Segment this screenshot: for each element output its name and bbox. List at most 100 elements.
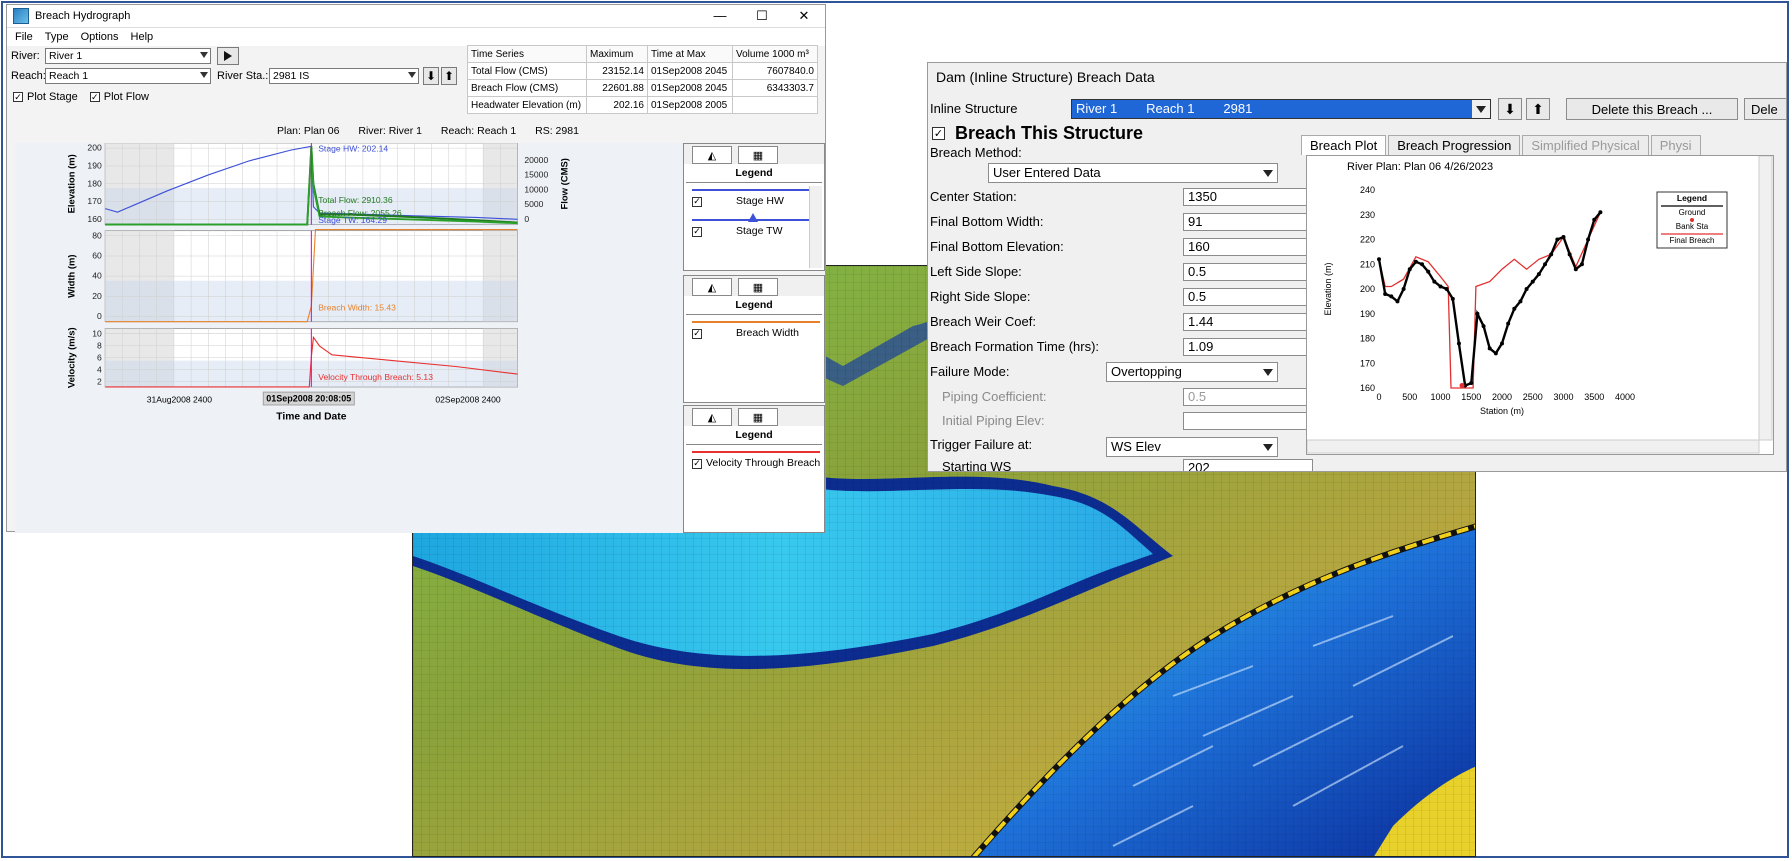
table-cell: Headwater Elevation (m) [467,96,587,114]
center-station-input[interactable]: 1350 [1183,188,1313,206]
failure-mode-select[interactable]: Overtopping [1106,362,1278,382]
river-select-value: River 1 [49,50,83,62]
hydrograph-plots[interactable]: 200 190 180 170 160 20000 15000 10000 5000 0 Flow … [15,142,685,533]
x-axis-label: Station (m) [1480,406,1524,416]
legend-checkbox[interactable]: ✓ [692,328,702,339]
y-tick-label: 6 [97,352,102,362]
starting-ws-label: Starting WS [942,459,1012,472]
table-cell: 22601.88 [586,79,648,97]
next-structure-button[interactable]: ⬇ [1498,98,1522,120]
breach-window-title: Dam (Inline Structure) Breach Data [936,69,1155,85]
inline-structure-value: River 1 Reach 1 2981 [1076,101,1253,116]
table-row[interactable]: Headwater Elevation (m) 202.16 01Sep2008… [467,96,818,114]
table-row[interactable]: Total Flow (CMS) 23152.14 01Sep2008 2045… [467,62,818,80]
table-header: Time at Max [647,45,733,63]
table-cell: Total Flow (CMS) [467,62,587,80]
breach-plot-panel[interactable]: River Plan: Plan 06 4/26/2023 0 500 1000 150… [1306,155,1774,455]
breach-this-checkbox[interactable]: ✓ [932,127,945,140]
breach-plot-title: River Plan: Plan 06 4/26/2023 [1347,161,1493,173]
legend-panel-width: ◭ ▦ Legend ✓ Breach Width [683,275,825,403]
reach-select[interactable]: Reach 1 [45,68,211,84]
ground-point [1518,299,1523,304]
ground-point [1432,279,1437,284]
ground-point [1395,299,1400,304]
inline-structure-select[interactable]: River 1 Reach 1 2981 [1071,99,1491,119]
y-tick-label: 60 [92,251,102,261]
legend-panel-stage: ◭ ▦ Legend ✓ Stage HW ✓ Stage TW [683,143,825,271]
ground-point [1512,306,1517,311]
breach-hydrograph-window[interactable]: Breach Hydrograph — ☐ ✕ File Type Option… [6,4,826,533]
y-tick-label: 190 [1360,309,1375,319]
table-row[interactable]: Breach Flow (CMS) 22601.88 01Sep2008 204… [467,79,818,97]
center-station-label: Center Station: [930,189,1017,204]
menu-file[interactable]: File [15,31,33,43]
right-side-slope-input[interactable]: 0.5 [1183,288,1313,306]
y-tick-label: 160 [87,214,102,224]
table-view-icon[interactable]: ▦ [738,408,778,426]
river-sta-select[interactable]: 2981 IS [269,68,419,84]
table-cell [732,96,818,114]
chevron-down-icon [1263,369,1273,376]
menu-options[interactable]: Options [81,31,119,43]
prev-structure-button[interactable]: ⬆ [1526,98,1550,120]
ground-point [1561,235,1566,240]
river-select[interactable]: River 1 [45,48,211,64]
chart-type-icon[interactable]: ◭ [692,408,732,426]
y-tick-label: 220 [1360,235,1375,245]
initial-piping-elev-input[interactable] [1183,412,1313,430]
chart-type-icon[interactable]: ◭ [692,278,732,296]
ground-point [1407,267,1412,272]
menu-help[interactable]: Help [131,31,154,43]
tab-breach-progression[interactable]: Breach Progression [1388,135,1521,155]
play-button[interactable] [217,47,239,65]
breach-data-window[interactable]: Dam (Inline Structure) Breach Data Inlin… [927,62,1787,472]
final-bottom-elevation-input[interactable]: 160 [1183,238,1313,256]
legend-scrollbar[interactable] [809,186,822,268]
y2-tick-label: 20000 [524,155,548,165]
bank-sta-marker [1459,383,1465,389]
legend-label: Ground [1679,208,1706,217]
hydro-titlebar[interactable]: Breach Hydrograph — ☐ ✕ [7,5,825,28]
prev-station-button[interactable]: ⬆ [441,67,457,85]
breach-weir-coef-input[interactable]: 1.44 [1183,313,1313,331]
hec-ras-app-icon [13,8,29,24]
table-view-icon[interactable]: ▦ [738,146,778,164]
legend-checkbox[interactable]: ✓ [692,226,702,237]
tab-simplified-physical[interactable]: Simplified Physical [1522,135,1649,155]
x-tick-label: 02Sep2008 2400 [435,394,501,404]
table-header: Volume 1000 m³ [732,45,818,63]
trigger-failure-select[interactable]: WS Elev [1106,437,1278,457]
legend-checkbox[interactable]: ✓ [692,196,702,207]
minimize-icon[interactable]: — [699,8,741,24]
breach-formation-time-input[interactable]: 1.09 [1183,338,1313,356]
hydro-title: Breach Hydrograph [35,10,131,22]
maximize-icon[interactable]: ☐ [741,8,783,24]
y-tick-label: 180 [87,178,102,188]
delete-all-button[interactable]: Dele [1744,98,1786,120]
table-view-icon[interactable]: ▦ [738,278,778,296]
chevron-down-icon [1263,170,1273,177]
left-side-slope-label: Left Side Slope: [930,264,1022,279]
table-cell: 7607840.0 [732,62,818,80]
delete-breach-button[interactable]: Delete this Breach ... [1566,98,1738,120]
legend-item-breach-width: ✓ Breach Width [684,315,824,345]
legend-checkbox[interactable]: ✓ [692,458,702,469]
tab-physical[interactable]: Physi [1650,135,1701,155]
chart-type-icon[interactable]: ◭ [692,146,732,164]
tab-breach-plot[interactable]: Breach Plot [1301,135,1387,155]
close-icon[interactable]: ✕ [783,8,825,24]
legend-toolbar: ◭ ▦ [684,276,824,296]
next-station-button[interactable]: ⬇ [423,67,439,85]
starting-ws-input[interactable]: 202 [1183,459,1313,471]
left-side-slope-input[interactable]: 0.5 [1183,263,1313,281]
ground-point [1383,291,1388,296]
piping-coef-input[interactable]: 0.5 [1183,388,1313,406]
menu-type[interactable]: Type [45,31,69,43]
plot-stage-checkbox[interactable]: ✓ [13,92,23,102]
breach-method-select[interactable]: User Entered Data [988,163,1278,183]
x-tick-label: 31Aug2008 2400 [147,394,213,404]
final-bottom-width-input[interactable]: 91 [1183,213,1313,231]
ground-point [1377,257,1381,262]
table-cell: 01Sep2008 2045 [647,79,733,97]
plot-flow-checkbox[interactable]: ✓ [89,92,100,102]
